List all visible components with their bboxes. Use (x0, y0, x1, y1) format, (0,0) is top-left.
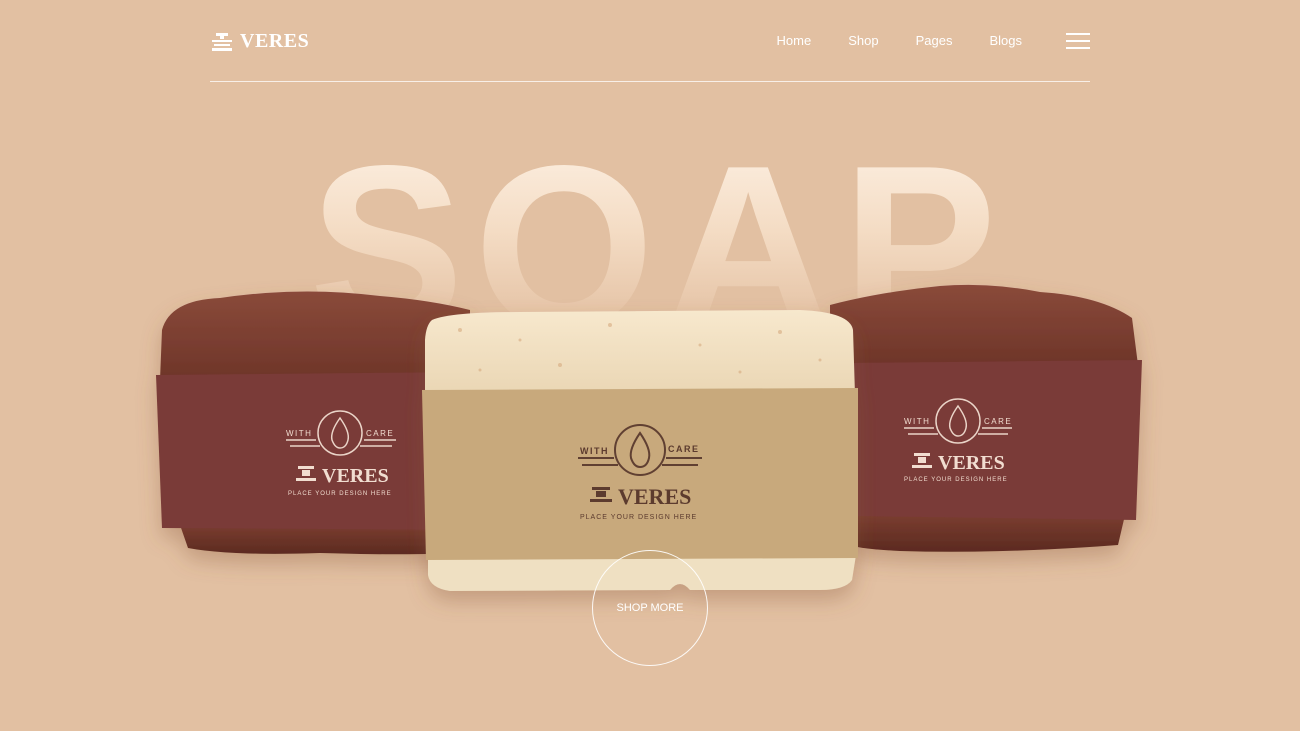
svg-text:PLACE YOUR DESIGN HERE: PLACE YOUR DESIGN HERE (288, 491, 392, 497)
svg-text:PLACE YOUR DESIGN HERE: PLACE YOUR DESIGN HERE (904, 477, 1008, 483)
shop-more-button[interactable]: SHOP MORE (592, 550, 708, 666)
center-soap-bar: WITH CARE VERES PLACE YOUR DESIGN HERE (422, 310, 858, 591)
svg-text:VERES: VERES (938, 452, 1005, 474)
svg-text:PLACE YOUR DESIGN HERE: PLACE YOUR DESIGN HERE (580, 514, 697, 521)
right-soap-bar: WITH CARE VERES PLACE YOUR DESIGN HERE (830, 284, 1142, 552)
svg-text:CARE: CARE (366, 429, 394, 438)
svg-text:VERES: VERES (618, 484, 691, 509)
svg-text:VERES: VERES (322, 465, 389, 487)
svg-text:WITH: WITH (580, 446, 609, 456)
svg-text:CARE: CARE (984, 417, 1012, 426)
svg-text:CARE: CARE (668, 444, 700, 454)
svg-text:WITH: WITH (286, 429, 312, 438)
svg-text:WITH: WITH (904, 417, 930, 426)
